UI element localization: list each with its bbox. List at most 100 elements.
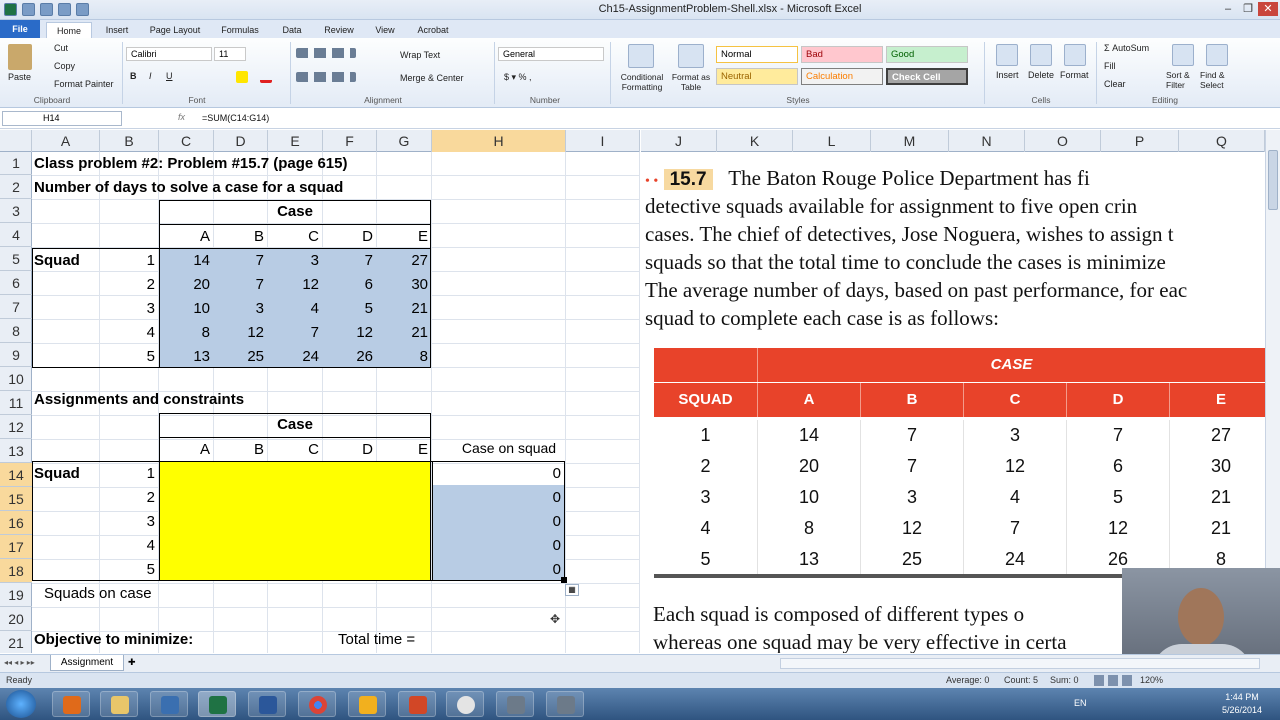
number-format-select[interactable]: General <box>498 47 604 61</box>
quick-analysis-icon[interactable]: ▦ <box>565 584 579 596</box>
format-table-icon[interactable] <box>678 44 704 68</box>
sort-filter-icon[interactable] <box>1172 44 1194 66</box>
style-bad[interactable]: Bad <box>801 46 883 63</box>
style-check-cell[interactable]: Check Cell <box>886 68 968 85</box>
col-header-d[interactable]: D <box>214 130 268 152</box>
insert-cells-icon[interactable] <box>996 44 1018 66</box>
cell-a11[interactable]: Assignments and constraints <box>34 388 244 411</box>
style-normal[interactable]: Normal <box>716 46 798 63</box>
taskbar-app-2[interactable] <box>100 691 138 717</box>
book-col-header-q[interactable]: Q <box>1179 130 1265 152</box>
name-box[interactable]: H14 <box>2 111 122 126</box>
days-value[interactable]: 12 <box>323 321 377 344</box>
tab-data[interactable]: Data <box>274 22 310 38</box>
minimize-button[interactable]: – <box>1218 2 1238 16</box>
zoom-level[interactable]: 120% <box>1140 675 1163 685</box>
clear-button[interactable]: Clear <box>1104 79 1126 89</box>
taskbar-word[interactable] <box>248 691 286 717</box>
days-value[interactable]: 27 <box>377 249 432 272</box>
days-value[interactable]: 7 <box>214 273 268 296</box>
cell-case-on-squad[interactable]: Case on squad <box>432 437 586 460</box>
days-value[interactable]: 13 <box>159 345 214 368</box>
days-value[interactable]: 6 <box>323 273 377 296</box>
currency-button[interactable]: $ ▾ % , <box>504 72 532 83</box>
close-button[interactable]: ✕ <box>1258 2 1278 16</box>
language-indicator[interactable]: EN <box>1074 698 1087 708</box>
conditional-formatting-button[interactable]: Conditional Formatting <box>616 72 668 92</box>
worksheet-grid[interactable]: ▦ Class problem #2: Problem #15.7 (page … <box>32 152 640 653</box>
insert-cells-button[interactable]: Insert <box>996 70 1019 80</box>
days-value[interactable]: 7 <box>214 249 268 272</box>
underline-button[interactable]: U <box>166 71 173 81</box>
taskbar-app-3[interactable] <box>150 691 188 717</box>
formula-input[interactable]: =SUM(C14:G14) <box>202 113 269 123</box>
row-header-2[interactable]: 2 <box>0 175 32 199</box>
days-value[interactable]: 4 <box>268 297 323 320</box>
col-header-e[interactable]: E <box>268 130 323 152</box>
row-header-12[interactable]: 12 <box>0 415 32 439</box>
case-col-header[interactable]: D <box>323 225 377 248</box>
taskbar-app-7[interactable] <box>348 691 386 717</box>
font-color-icon[interactable] <box>260 71 272 83</box>
row-header-20[interactable]: 20 <box>0 607 32 631</box>
horizontal-scrollbar[interactable] <box>780 658 1260 669</box>
paste-button[interactable]: Paste <box>8 72 31 82</box>
row-header-16[interactable]: 16 <box>0 511 32 535</box>
taskbar-app-9[interactable] <box>446 691 484 717</box>
fx-icon[interactable]: fx <box>178 112 185 122</box>
col-header-f[interactable]: F <box>323 130 377 152</box>
days-value[interactable]: 20 <box>159 273 214 296</box>
squad2-number[interactable]: 4 <box>100 534 159 557</box>
row-header-5[interactable]: 5 <box>0 247 32 271</box>
days-value[interactable]: 12 <box>214 321 268 344</box>
style-neutral[interactable]: Neutral <box>716 68 798 85</box>
col-header-b[interactable]: B <box>100 130 159 152</box>
clock-time[interactable]: 1:44 PM <box>1212 692 1272 702</box>
taskbar-app-8[interactable] <box>398 691 436 717</box>
col-header-g[interactable]: G <box>377 130 432 152</box>
book-col-header-l[interactable]: L <box>793 130 871 152</box>
taskbar-chrome[interactable] <box>298 691 336 717</box>
font-name-select[interactable]: Calibri <box>126 47 212 61</box>
book-col-header-o[interactable]: O <box>1025 130 1101 152</box>
days-value[interactable]: 24 <box>268 345 323 368</box>
style-calculation[interactable]: Calculation <box>801 68 883 85</box>
delete-cells-button[interactable]: Delete <box>1028 70 1054 80</box>
days-value[interactable]: 7 <box>268 321 323 344</box>
case2-col-header[interactable]: E <box>377 438 432 461</box>
taskbar-app-11[interactable] <box>546 691 584 717</box>
clock-date[interactable]: 5/26/2014 <box>1212 705 1272 715</box>
book-col-header-j[interactable]: J <box>641 130 717 152</box>
row-header-8[interactable]: 8 <box>0 319 32 343</box>
style-good[interactable]: Good <box>886 46 968 63</box>
font-size-select[interactable]: 11 <box>214 47 246 61</box>
book-col-header-k[interactable]: K <box>717 130 793 152</box>
book-col-header-m[interactable]: M <box>871 130 949 152</box>
days-value[interactable]: 8 <box>377 345 432 368</box>
tab-home[interactable]: Home <box>46 22 92 38</box>
format-cells-button[interactable]: Format <box>1060 70 1089 80</box>
sheet-nav-arrows[interactable]: ◂◂ ◂ ▸ ▸▸ <box>4 658 35 667</box>
wrap-text-button[interactable]: Wrap Text <box>400 50 440 60</box>
days-value[interactable]: 5 <box>323 297 377 320</box>
squad-number[interactable]: 2 <box>100 273 159 296</box>
cell-squad-label[interactable]: Squad <box>34 249 80 272</box>
case2-col-header[interactable]: D <box>323 438 377 461</box>
cell-total-time[interactable]: Total time = <box>338 628 415 651</box>
tab-insert[interactable]: Insert <box>98 22 136 38</box>
days-value[interactable]: 3 <box>268 249 323 272</box>
autosum-button[interactable]: Σ AutoSum <box>1104 43 1149 53</box>
bold-button[interactable]: B <box>130 71 137 81</box>
squad2-number[interactable]: 3 <box>100 510 159 533</box>
restore-button[interactable]: ❐ <box>1238 2 1258 16</box>
col-header-c[interactable]: C <box>159 130 214 152</box>
row-header-15[interactable]: 15 <box>0 487 32 511</box>
case-on-squad-value[interactable]: 0 <box>432 462 565 485</box>
cut-button[interactable]: Cut <box>54 43 68 53</box>
cell-case-header[interactable]: Case <box>159 200 431 223</box>
merge-center-button[interactable]: Merge & Center <box>400 73 464 83</box>
row-header-10[interactable]: 10 <box>0 367 32 391</box>
view-buttons[interactable] <box>1094 675 1134 686</box>
days-value[interactable]: 30 <box>377 273 432 296</box>
find-select-button[interactable]: Find & Select <box>1200 70 1234 90</box>
